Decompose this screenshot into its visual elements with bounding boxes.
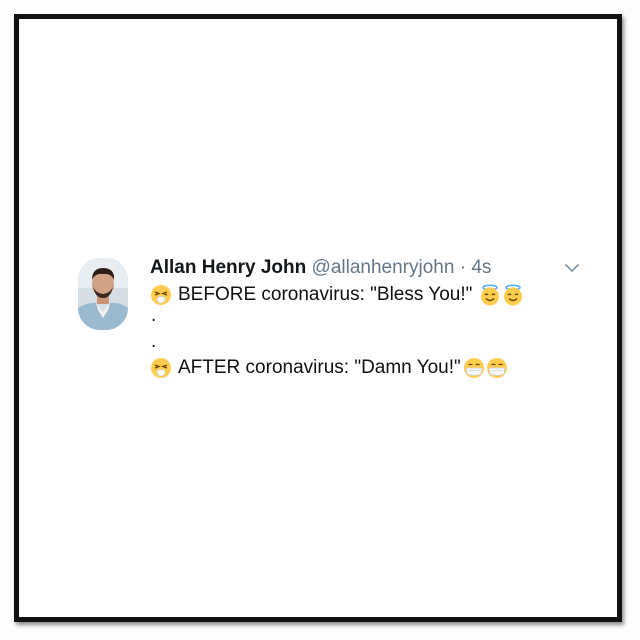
chevron-down-icon[interactable] [564,262,580,274]
user-handle[interactable]: @allanhenryjohn [312,257,455,278]
display-name[interactable]: Allan Henry John [150,257,306,278]
tweet-header: Allan Henry John @allanhenryjohn · 4s [150,256,570,280]
tweet-card[interactable]: Allan Henry John @allanhenryjohn · 4s BE… [78,256,590,396]
dot-line: . [151,305,157,326]
tweet-line-after: AFTER coronavirus: "Damn You!" [150,353,570,382]
halo-face-icon [504,283,523,305]
before-text: BEFORE coronavirus: "Bless You!" [178,284,473,305]
sneezing-face-icon [151,284,171,305]
dot-line: . [151,331,157,352]
sneezing-face-icon [151,357,171,378]
avatar[interactable] [78,258,128,330]
medical-mask-face-icon [486,357,507,378]
after-text: AFTER coronavirus: "Damn You!" [178,357,461,378]
tweet-line-before: BEFORE coronavirus: "Bless You!" [150,280,570,309]
profile-photo [78,258,128,330]
tweet-timestamp[interactable]: 4s [471,257,491,278]
screenshot-canvas: Allan Henry John @allanhenryjohn · 4s BE… [0,0,640,640]
medical-mask-face-icon [463,357,484,378]
separator-dot: · [459,257,467,278]
tweet-body: Allan Henry John @allanhenryjohn · 4s BE… [150,256,570,382]
halo-face-icon [481,283,500,305]
